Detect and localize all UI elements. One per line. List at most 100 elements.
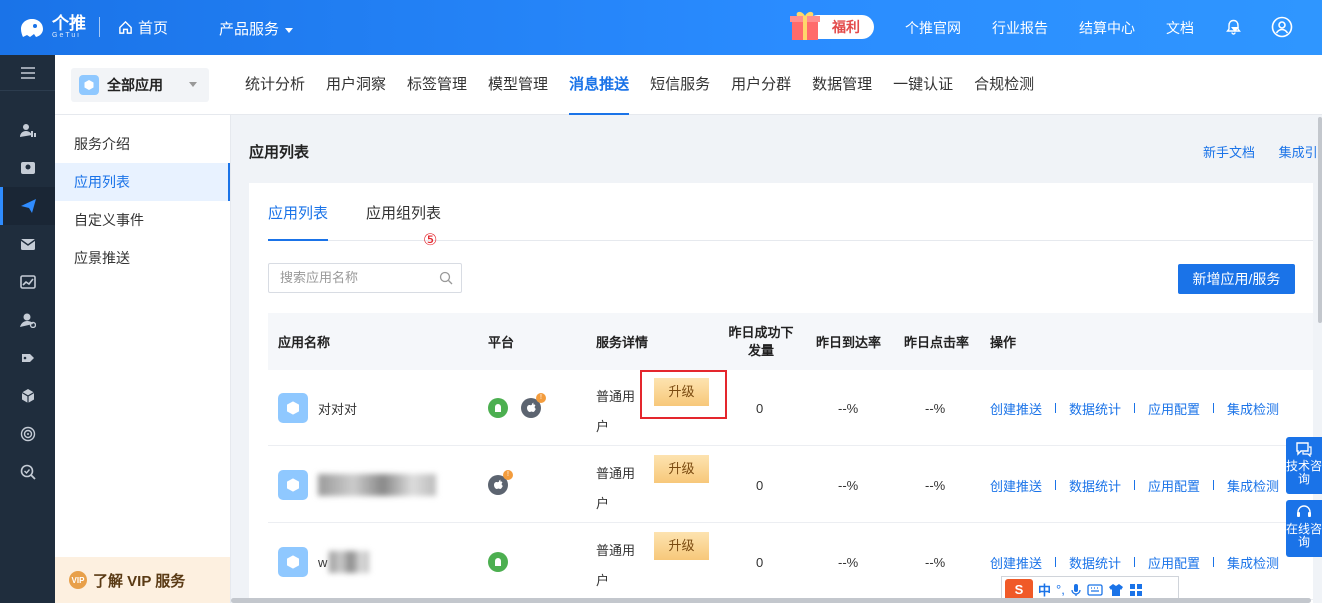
tab-compliance[interactable]: 合规检测: [974, 55, 1034, 115]
rail-users-icon[interactable]: [0, 111, 55, 149]
tab-app-list[interactable]: 应用列表: [268, 201, 329, 241]
subnav-item-intro[interactable]: 服务介绍: [55, 125, 230, 163]
data-stats-link[interactable]: 数据统计: [1069, 476, 1121, 495]
click-rate: --%: [925, 477, 946, 493]
app-name-cell[interactable]: 对对对: [278, 370, 357, 446]
tab-sms[interactable]: 短信服务: [650, 55, 710, 115]
tech-consult-button[interactable]: 技术咨询: [1286, 437, 1322, 494]
app-name-cell[interactable]: [278, 447, 436, 523]
create-push-link[interactable]: 创建推送: [990, 399, 1042, 418]
table-row: ! 普通用户 升级 0 --% --% 创建推送 数据统计 应用配置 集成检测: [268, 447, 1313, 523]
tech-consult-label: 技术咨询: [1286, 459, 1322, 486]
vertical-scrollbar[interactable]: [1318, 117, 1322, 323]
tab-data[interactable]: 数据管理: [812, 55, 872, 115]
tab-user-insight[interactable]: 用户洞察: [326, 55, 386, 115]
headset-icon: [1297, 505, 1311, 517]
page-title: 应用列表: [249, 144, 310, 161]
upgrade-button[interactable]: 升级: [654, 532, 709, 560]
home-icon: [119, 20, 132, 34]
sent-count: 0: [756, 554, 764, 570]
data-stats-link[interactable]: 数据统计: [1069, 553, 1121, 572]
rail-cube-icon[interactable]: [0, 377, 55, 415]
top-link-industry-report[interactable]: 行业报告: [992, 18, 1048, 38]
row-actions: 创建推送 数据统计 应用配置 集成检测: [990, 447, 1279, 523]
annotation-highlight-box: [640, 370, 727, 419]
online-consult-button[interactable]: 在线咨询: [1286, 500, 1322, 557]
arrival-rate: --%: [838, 400, 859, 416]
search-icon: [439, 271, 453, 285]
create-push-link[interactable]: 创建推送: [990, 476, 1042, 495]
android-icon: [488, 398, 508, 418]
tab-auth[interactable]: 一键认证: [893, 55, 953, 115]
product-menu[interactable]: 产品服务: [219, 18, 294, 39]
ime-mode-toggle[interactable]: 中: [1038, 580, 1051, 599]
data-stats-link[interactable]: 数据统计: [1069, 399, 1121, 418]
skin-shirt-icon[interactable]: [1108, 583, 1124, 597]
app-config-link[interactable]: 应用配置: [1148, 553, 1200, 572]
divider: [99, 17, 100, 37]
rail-insight-icon[interactable]: [0, 149, 55, 187]
rail-tag-icon[interactable]: [0, 339, 55, 377]
promo-badge[interactable]: 福利: [784, 6, 876, 50]
rail-chart-icon[interactable]: [0, 263, 55, 301]
app-icon: [278, 547, 308, 577]
top-bar: 个推 GeTui 首页 产品服务 福利 个推官网 行业报告 结算中心 文档: [0, 0, 1322, 55]
sent-count: 0: [756, 400, 764, 416]
sub-nav: 服务介绍 应用列表 自定义事件 应景推送 VIP 了解 VIP 服务: [55, 115, 231, 603]
rail-fingerprint-icon[interactable]: [0, 415, 55, 453]
vip-banner[interactable]: VIP 了解 VIP 服务: [55, 557, 230, 603]
integration-check-link[interactable]: 集成检测: [1227, 399, 1279, 418]
subnav-item-app-list[interactable]: 应用列表: [55, 163, 230, 201]
click-rate: --%: [925, 554, 946, 570]
integration-check-link[interactable]: 集成检测: [1227, 553, 1279, 572]
arrival-rate: --%: [838, 554, 859, 570]
app-name-cell[interactable]: w: [278, 524, 370, 600]
bell-icon[interactable]: [1226, 19, 1241, 35]
gift-icon: [790, 11, 820, 40]
tab-stats[interactable]: 统计分析: [245, 55, 305, 115]
top-link-docs[interactable]: 文档: [1166, 18, 1270, 38]
home-link[interactable]: 首页: [118, 17, 168, 38]
cube-icon: [79, 75, 99, 95]
rail-push-icon[interactable]: [0, 187, 55, 225]
arrival-rate: --%: [838, 477, 859, 493]
warning-badge: !: [503, 470, 513, 480]
app-config-link[interactable]: 应用配置: [1148, 399, 1200, 418]
subnav-item-custom-events[interactable]: 自定义事件: [55, 201, 230, 239]
keyboard-icon[interactable]: [1087, 583, 1103, 596]
tab-push[interactable]: 消息推送: [569, 55, 630, 115]
redacted-app-name: [318, 474, 436, 496]
microphone-icon[interactable]: [1070, 583, 1082, 597]
rail-profile-icon[interactable]: [0, 301, 55, 339]
rail-compliance-icon[interactable]: [0, 453, 55, 491]
click-rate: --%: [925, 400, 946, 416]
app-icon: [278, 393, 308, 423]
integration-check-link[interactable]: 集成检测: [1227, 476, 1279, 495]
add-app-button[interactable]: 新增应用/服务: [1178, 264, 1295, 294]
divider: [1213, 480, 1215, 490]
tab-tags[interactable]: 标签管理: [407, 55, 467, 115]
help-link-beginner-docs[interactable]: 新手文档: [1203, 145, 1255, 160]
user-icon[interactable]: [1271, 16, 1293, 38]
left-icon-rail: [0, 55, 55, 603]
search-input[interactable]: 搜索应用名称: [268, 263, 462, 293]
subnav-item-scene-push[interactable]: 应景推送: [55, 239, 230, 277]
col-click: 昨日点击率: [904, 335, 970, 350]
rail-sms-icon[interactable]: [0, 225, 55, 263]
horizontal-scrollbar[interactable]: [231, 598, 1311, 603]
tab-models[interactable]: 模型管理: [488, 55, 548, 115]
menu-toggle[interactable]: [0, 55, 55, 91]
divider: [1213, 403, 1215, 413]
punctuation-toggle[interactable]: °,: [1056, 582, 1065, 597]
tab-segments[interactable]: 用户分群: [731, 55, 791, 115]
create-push-link[interactable]: 创建推送: [990, 553, 1042, 572]
platform-cell: !: [488, 447, 521, 523]
top-link-billing[interactable]: 结算中心: [1079, 18, 1135, 38]
app-selector[interactable]: 全部应用: [71, 68, 209, 102]
upgrade-button[interactable]: 升级: [654, 455, 709, 483]
help-link-integration[interactable]: 集成引: [1279, 145, 1318, 160]
grid-apps-icon[interactable]: [1129, 583, 1143, 597]
app-config-link[interactable]: 应用配置: [1148, 476, 1200, 495]
logo[interactable]: 个推 GeTui: [18, 14, 86, 40]
top-link-official-site[interactable]: 个推官网: [905, 18, 961, 38]
